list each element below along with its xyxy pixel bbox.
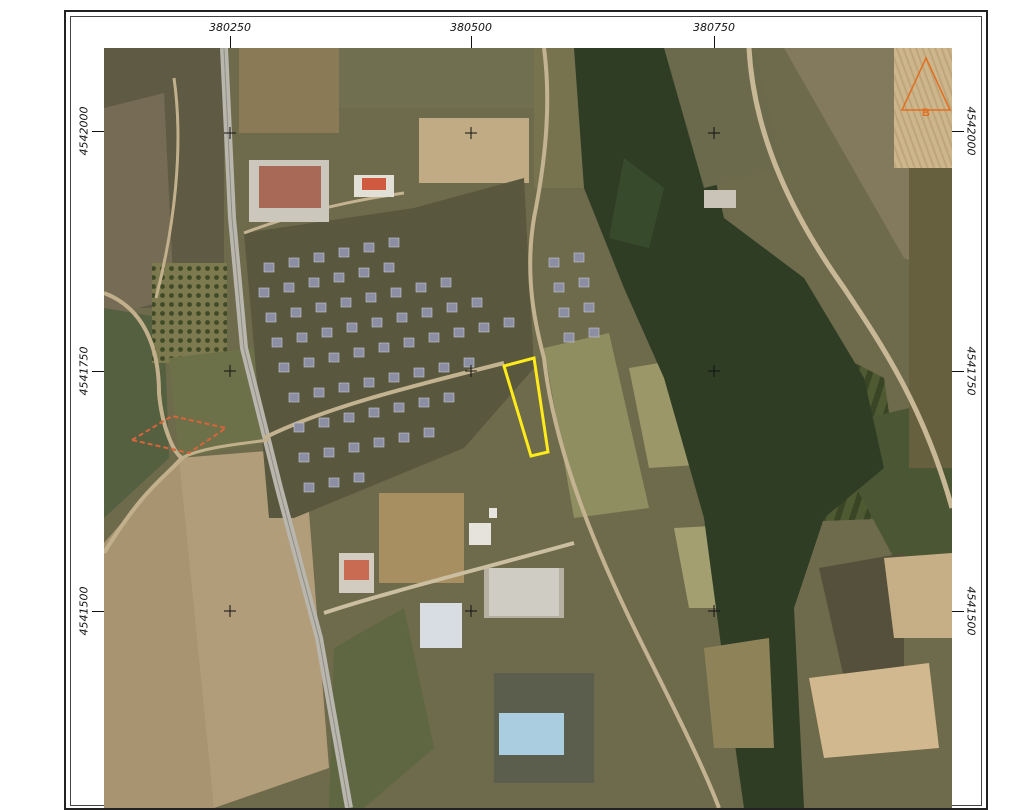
building (489, 508, 497, 518)
y-coordinate-label-right-4541500: 4541500 (964, 586, 978, 636)
edge-tick (952, 131, 964, 132)
edge-tick (952, 611, 964, 612)
field (704, 638, 774, 748)
field (419, 118, 529, 183)
building (344, 560, 369, 580)
building (259, 166, 321, 208)
field (884, 553, 952, 638)
building (420, 603, 462, 648)
y-coordinate-label-left-4542000: 4542000 (77, 106, 91, 156)
building (704, 190, 736, 208)
x-coordinate-label-380500: 380500 (450, 21, 492, 34)
field (809, 663, 939, 758)
building (362, 178, 386, 190)
y-coordinate-label-left-4541500: 4541500 (77, 586, 91, 636)
edge-tick (714, 36, 715, 48)
building (489, 568, 559, 616)
edge-tick (92, 371, 104, 372)
building (469, 523, 491, 545)
edge-tick (471, 36, 472, 48)
marker-b-label: B (922, 107, 930, 119)
field (909, 168, 952, 468)
field (339, 48, 539, 108)
building (499, 713, 564, 755)
y-coordinate-label-right-4542000: 4542000 (964, 106, 978, 156)
x-coordinate-label-380750: 380750 (693, 21, 735, 34)
satellite-map[interactable]: B (104, 48, 952, 808)
field (239, 48, 339, 133)
y-coordinate-label-right-4541750: 4541750 (964, 346, 978, 396)
y-coordinate-label-left-4541750: 4541750 (77, 346, 91, 396)
field (379, 493, 464, 583)
edge-tick (952, 371, 964, 372)
edge-tick (92, 131, 104, 132)
x-coordinate-label-380250: 380250 (209, 21, 251, 34)
edge-tick (230, 36, 231, 48)
olive-grove (152, 263, 227, 363)
edge-tick (92, 611, 104, 612)
